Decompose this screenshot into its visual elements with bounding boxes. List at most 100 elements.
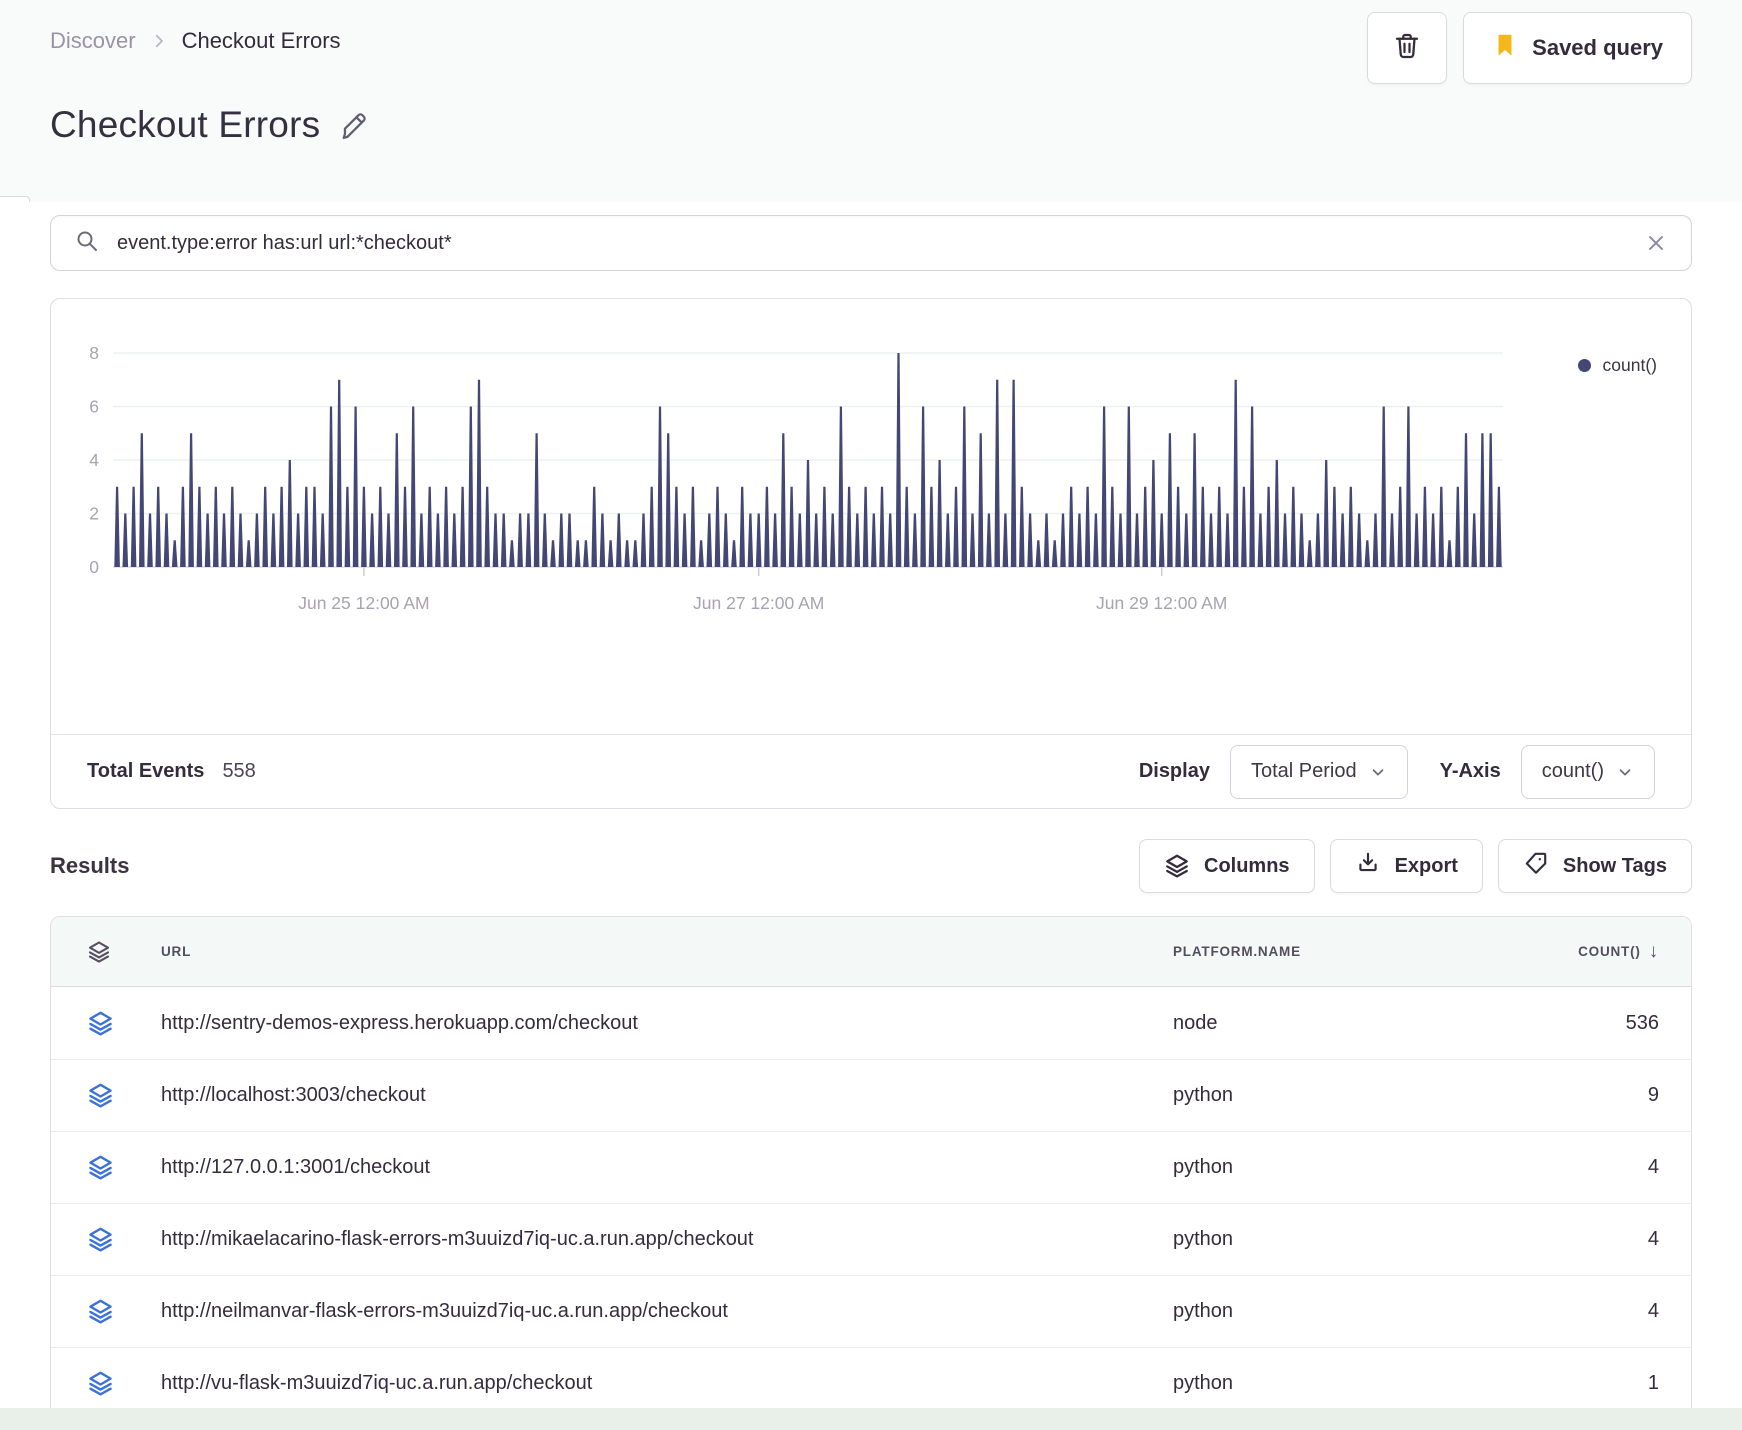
- main-content: count() 0 2 4 6 8 Jun 25 12:00 AM Jun 27 12:00…: [0, 202, 1742, 1420]
- chevron-right-icon: [150, 32, 168, 50]
- row-stack-cell[interactable]: [51, 1226, 161, 1253]
- chart-controls: Display Total Period Y-Axis count(): [1138, 744, 1655, 799]
- svg-text:4: 4: [89, 450, 99, 470]
- total-events-label: Total Events: [87, 760, 205, 782]
- row-stack-cell[interactable]: [51, 1010, 161, 1037]
- saved-query-label: Saved query: [1532, 35, 1663, 60]
- svg-text:Jun 29 12:00 AM: Jun 29 12:00 AM: [1096, 593, 1227, 613]
- row-platform[interactable]: python: [1133, 1300, 1463, 1323]
- row-url[interactable]: http://localhost:3003/checkout: [161, 1084, 1133, 1107]
- results-table: URL PLATFORM.NAME COUNT() ↓ http://sentr…: [50, 916, 1692, 1420]
- chart-body: count() 0 2 4 6 8 Jun 25 12:00 AM Jun 27 12:00…: [51, 333, 1691, 734]
- page-title: Checkout Errors: [50, 104, 321, 145]
- yaxis-select[interactable]: count(): [1520, 744, 1655, 799]
- yaxis-value: count(): [1541, 760, 1604, 782]
- export-label: Export: [1394, 854, 1458, 877]
- table-row[interactable]: http://127.0.0.1:3001/checkout python 4: [51, 1131, 1691, 1203]
- svg-text:0: 0: [89, 557, 99, 577]
- row-url[interactable]: http://mikaelacarino-flask-errors-m3uuiz…: [161, 1228, 1133, 1251]
- legend-label: count(): [1602, 355, 1657, 375]
- table-header: URL PLATFORM.NAME COUNT() ↓: [51, 917, 1691, 987]
- total-events-value: 558: [222, 760, 256, 782]
- search-bar: [50, 215, 1692, 271]
- table-row[interactable]: http://mikaelacarino-flask-errors-m3uuiz…: [51, 1203, 1691, 1275]
- show-tags-button[interactable]: Show Tags: [1497, 839, 1692, 893]
- display-value: Total Period: [1250, 760, 1357, 782]
- svg-text:Jun 27 12:00 AM: Jun 27 12:00 AM: [693, 593, 824, 613]
- total-events: Total Events 558: [87, 760, 256, 783]
- yaxis-label: Y-Axis: [1439, 760, 1501, 782]
- column-header-count[interactable]: COUNT() ↓: [1463, 941, 1691, 963]
- breadcrumb: Discover Checkout Errors: [50, 28, 341, 54]
- stack-icon: [87, 1082, 114, 1109]
- header-actions: Saved query: [1367, 12, 1692, 84]
- chevron-down-icon: [1369, 763, 1387, 781]
- table-row[interactable]: http://localhost:3003/checkout python 9: [51, 1059, 1691, 1131]
- row-count: 4: [1647, 1228, 1659, 1250]
- legend-count[interactable]: count(): [1577, 355, 1657, 376]
- results-bar: Results Columns Export Show Tags: [50, 839, 1692, 893]
- row-count: 9: [1647, 1084, 1659, 1106]
- stack-icon: [87, 1370, 114, 1397]
- svg-text:6: 6: [89, 397, 99, 417]
- svg-text:8: 8: [89, 343, 99, 363]
- row-platform[interactable]: python: [1133, 1228, 1463, 1251]
- row-stack-cell[interactable]: [51, 1154, 161, 1181]
- stack-icon: [87, 1154, 114, 1181]
- search-icon: [75, 229, 99, 258]
- stack-icon: [87, 1010, 114, 1037]
- row-url[interactable]: http://neilmanvar-flask-errors-m3uuizd7i…: [161, 1300, 1133, 1323]
- stack-icon: [87, 940, 111, 964]
- row-url[interactable]: http://127.0.0.1:3001/checkout: [161, 1156, 1133, 1179]
- display-label: Display: [1138, 760, 1210, 782]
- row-count: 4: [1647, 1156, 1659, 1178]
- table-row[interactable]: http://neilmanvar-flask-errors-m3uuizd7i…: [51, 1275, 1691, 1347]
- row-platform[interactable]: node: [1133, 1012, 1463, 1035]
- display-select[interactable]: Total Period: [1229, 744, 1408, 799]
- results-heading: Results: [50, 853, 130, 878]
- chevron-down-icon: [1616, 763, 1634, 781]
- saved-query-button[interactable]: Saved query: [1463, 12, 1692, 84]
- row-platform[interactable]: python: [1133, 1084, 1463, 1107]
- title-row: Checkout Errors: [50, 104, 370, 146]
- svg-text:2: 2: [89, 504, 99, 524]
- results-actions: Columns Export Show Tags: [1139, 839, 1692, 893]
- events-chart[interactable]: 0 2 4 6 8 Jun 25 12:00 AM Jun 27 12:00 AM Jun 2…: [51, 333, 1691, 633]
- delete-query-button[interactable]: [1367, 12, 1448, 84]
- discover-saved-query-page: Discover Checkout Errors Saved query Che…: [0, 0, 1742, 1430]
- count-header-label: COUNT(): [1578, 944, 1641, 959]
- row-url[interactable]: http://sentry-demos-express.herokuapp.co…: [161, 1012, 1133, 1035]
- table-row[interactable]: http://sentry-demos-express.herokuapp.co…: [51, 987, 1691, 1059]
- row-stack-cell[interactable]: [51, 1298, 161, 1325]
- breadcrumb-discover-link[interactable]: Discover: [50, 28, 136, 54]
- sort-desc-icon: ↓: [1648, 940, 1659, 962]
- row-stack-cell[interactable]: [51, 1370, 161, 1397]
- edit-pencil-icon[interactable]: [338, 109, 370, 141]
- events-chart-panel: count() 0 2 4 6 8 Jun 25 12:00 AM Jun 27 12:00…: [50, 298, 1692, 809]
- chart-footer: Total Events 558 Display Total Period Y-…: [51, 734, 1691, 808]
- row-platform[interactable]: python: [1133, 1156, 1463, 1179]
- stack-icon: [87, 1298, 114, 1325]
- export-button[interactable]: Export: [1329, 839, 1483, 893]
- page-bottom-strip: [0, 1408, 1742, 1430]
- columns-button[interactable]: Columns: [1139, 839, 1315, 893]
- column-header-url[interactable]: URL: [161, 944, 1133, 959]
- row-url[interactable]: http://vu-flask-m3uuizd7iq-uc.a.run.app/…: [161, 1372, 1133, 1395]
- table-body: http://sentry-demos-express.herokuapp.co…: [51, 987, 1691, 1419]
- stack-icon: [87, 1226, 114, 1253]
- tag-icon: [1523, 850, 1549, 882]
- search-input[interactable]: [117, 231, 1627, 255]
- row-stack-cell[interactable]: [51, 1082, 161, 1109]
- row-platform[interactable]: python: [1133, 1372, 1463, 1395]
- stack-icon: [1164, 853, 1190, 879]
- download-icon: [1355, 850, 1381, 882]
- header-stack-icon-cell[interactable]: [51, 940, 161, 964]
- close-icon[interactable]: [1645, 232, 1667, 254]
- svg-text:Jun 25 12:00 AM: Jun 25 12:00 AM: [298, 593, 429, 613]
- legend-dot-icon: [1577, 359, 1591, 372]
- page-header: Discover Checkout Errors Saved query Che…: [0, 0, 1742, 212]
- columns-label: Columns: [1204, 854, 1290, 877]
- row-count: 4: [1647, 1300, 1659, 1322]
- column-header-platform[interactable]: PLATFORM.NAME: [1133, 944, 1463, 959]
- bookmark-icon: [1492, 32, 1518, 64]
